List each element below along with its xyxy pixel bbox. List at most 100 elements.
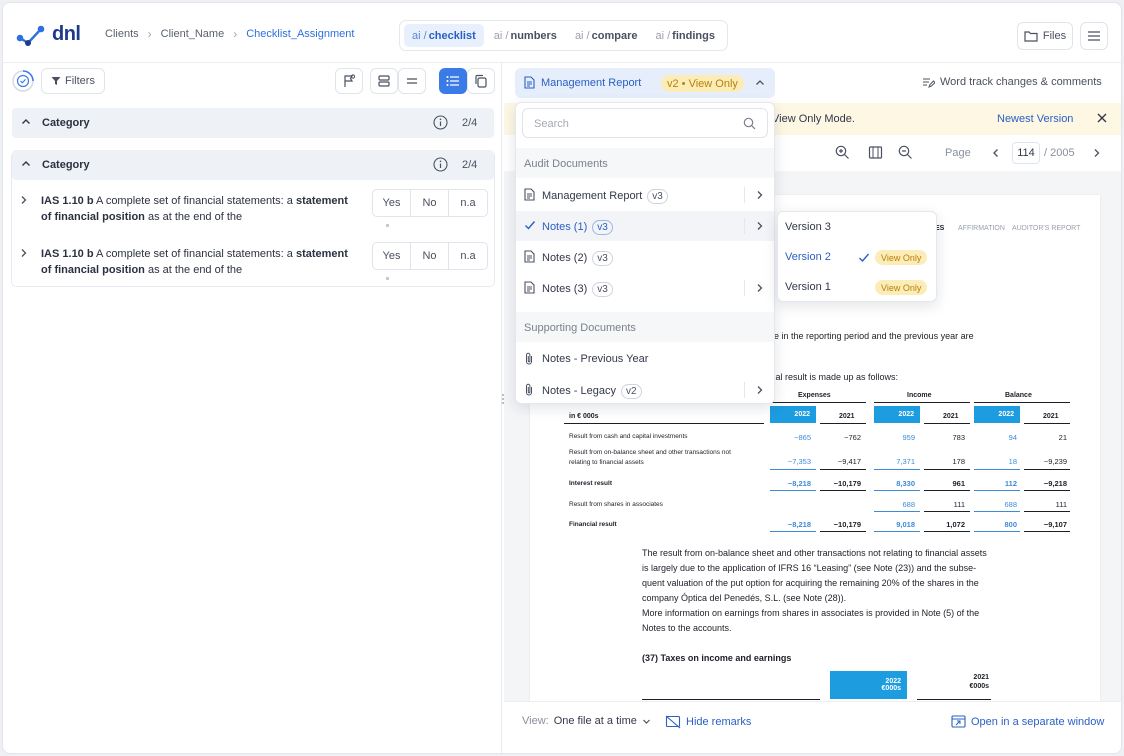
dropdown-item-management-report[interactable]: Management Report v3 [516,180,774,210]
search-input[interactable]: Search [522,108,768,138]
table-row-label: Financial result [569,521,617,528]
hide-remarks-button[interactable]: Hide remarks [665,715,751,729]
copy-view-button[interactable] [467,68,495,94]
year-header-current: 2022 [974,406,1020,423]
progress-circle-icon[interactable] [11,69,35,93]
viewer-toolbar: Management Report v2 • View Only Word tr… [504,63,1121,103]
tab-compare[interactable]: ai / compare [567,24,646,47]
divider [744,382,745,398]
chevron-right-icon[interactable] [756,190,764,200]
divider [744,218,745,234]
info-icon[interactable] [433,115,448,130]
collapse-view-button[interactable] [398,68,426,94]
dropdown-item-notes-legacy[interactable]: Notes - Legacy v2 [516,375,774,405]
chevron-right-icon[interactable] [756,221,764,231]
item-name: Notes (1) [542,221,588,233]
equals-icon [407,78,417,84]
rule [924,423,970,424]
dropdown-item-notes-2[interactable]: Notes (2) v3 [516,242,774,272]
info-icon[interactable] [433,157,448,172]
view-mode-select[interactable]: View: One file at a time [522,715,651,727]
table-cell: 1,072 [946,520,965,529]
item-name: Notes (2) [542,252,588,264]
version-item-1[interactable]: Version 1 View Only [778,272,936,302]
doc-paragraph-line: quent valuation of the put option for ac… [642,578,979,588]
category-count: 2/4 [462,159,478,171]
chevron-right-icon[interactable] [20,248,28,258]
checklist-item[interactable]: IAS 1.10 b A complete set of financial s… [12,241,494,291]
dropdown-item-notes-previous-year[interactable]: Notes - Previous Year [516,344,774,374]
dropdown-item-notes-3[interactable]: Notes (3) v3 [516,273,774,303]
zoom-in-icon[interactable] [835,145,850,160]
category-header[interactable]: Category 2/4 [12,150,494,180]
rule [1024,511,1070,512]
answer-no[interactable]: No [411,243,449,269]
year-header-current: 2022 [770,406,816,423]
zoom-out-icon[interactable] [898,145,913,160]
list-view-button[interactable] [439,68,467,94]
year-header-current: 2022 [874,406,920,423]
document-selector[interactable]: Management Report v2 • View Only [515,68,775,98]
chevron-right-icon[interactable] [20,195,28,205]
chevron-right-icon[interactable] [756,385,764,395]
view-mode-label: View: [522,715,549,727]
tab-label: compare [591,29,638,42]
tab-findings[interactable]: ai / findings [647,24,722,47]
breadcrumb-current[interactable]: Checklist_Assignment [246,28,354,40]
table-row-label: Result from cash and capital investments [569,433,688,440]
view-only-badge: View Only [875,250,928,265]
rule [874,490,920,491]
resize-handle[interactable] [501,393,505,405]
rule [770,531,816,532]
logo[interactable]: dnl [16,23,81,46]
answer-yes[interactable]: Yes [373,190,411,216]
table-cell: 18 [1008,457,1017,466]
menu-button[interactable] [1080,22,1108,50]
rule [874,511,920,512]
chevron-right-icon[interactable] [1093,148,1101,158]
open-separate-label: Open in a separate window [971,715,1105,728]
rule [1024,531,1070,532]
ai-tabs: ai / checklist ai / numbers ai / compare ai… [399,20,728,51]
logo-text: dnl [52,23,81,45]
chevron-left-icon[interactable] [992,148,1000,158]
breadcrumb-clients[interactable]: Clients [105,28,139,40]
checklist-item-text: IAS 1.10 b A complete set of financial s… [41,193,361,225]
chevron-right-icon[interactable] [756,283,764,293]
breadcrumb-client-name[interactable]: Client_Name [161,28,225,40]
table-cell: 688 [1004,500,1017,509]
version-item-3[interactable]: Version 3 [778,212,936,242]
filters-button[interactable]: Filters [41,68,105,94]
table-cell: 111 [1055,500,1067,509]
tab-numbers[interactable]: ai / numbers [486,24,565,47]
taxes-heading: (37) Taxes on income and earnings [642,653,792,663]
doc-paragraph-line: More information on earnings from shares… [642,608,980,618]
col-group-balance: Balance [1005,392,1032,399]
flag-filter-button[interactable] [335,68,363,94]
dropdown-item-notes-1[interactable]: Notes (1) v3 [516,211,774,241]
answer-na[interactable]: n.a [449,243,487,269]
rule [820,469,866,470]
tab-checklist[interactable]: ai / checklist [404,24,484,47]
expand-view-button[interactable] [370,68,398,94]
files-button[interactable]: Files [1017,22,1073,50]
answer-yes[interactable]: Yes [373,243,411,269]
table-cell: −865 [794,433,811,442]
answer-no[interactable]: No [411,190,449,216]
list-icon [446,76,459,86]
version-badge: v3 [592,220,613,235]
close-icon[interactable] [1096,112,1108,124]
page-input[interactable]: 114 [1012,142,1040,164]
tab-label: findings [672,29,715,42]
newest-version-link[interactable]: Newest Version [997,113,1073,125]
open-separate-window-button[interactable]: Open in a separate window [951,715,1104,728]
doc-paragraph-line: Notes to the accounts. [642,623,732,633]
word-track-changes-button[interactable]: Word track changes & comments [922,76,1102,88]
taxes-year-current: 2022 €000s [830,671,907,699]
answer-na[interactable]: n.a [449,190,487,216]
fit-page-icon[interactable] [868,145,883,160]
category-header[interactable]: Category 2/4 [12,108,494,138]
checklist-item[interactable]: IAS 1.10 b A complete set of financial s… [12,188,494,238]
checklist-toolbar: Filters [3,63,502,101]
version-item-2[interactable]: Version 2 View Only [778,242,936,272]
